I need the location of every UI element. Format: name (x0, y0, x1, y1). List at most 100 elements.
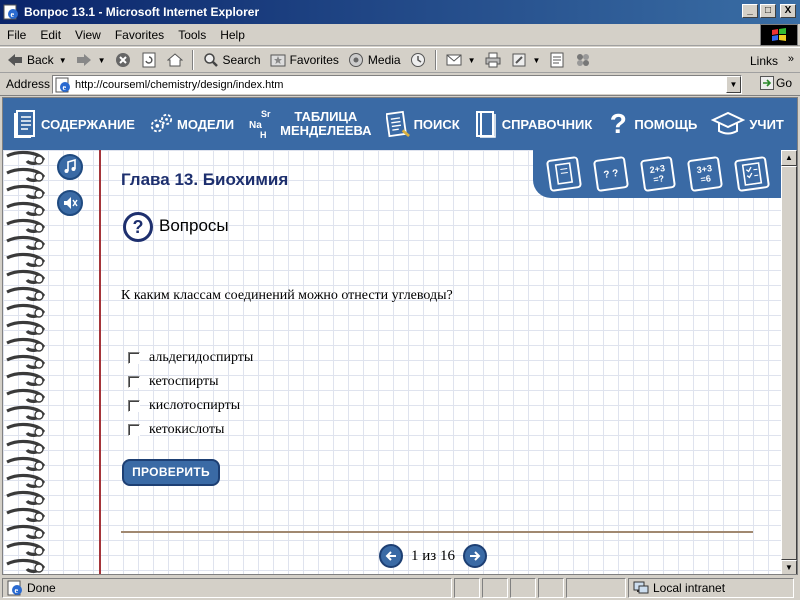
spiral-hole (34, 359, 44, 369)
nav-teacher[interactable]: УЧИТ (711, 110, 784, 138)
nav-periodic-table-line2: МЕНДЕЛЕЕВА (280, 123, 372, 138)
scroll-thumb[interactable] (781, 166, 797, 560)
menu-tools[interactable]: Tools (171, 28, 213, 42)
links-button[interactable]: Links (750, 54, 778, 68)
menu-edit[interactable]: Edit (33, 28, 68, 42)
document-search-icon (385, 110, 410, 138)
book-icon (13, 110, 37, 138)
nav-search[interactable]: ПОИСК (385, 110, 460, 138)
answer-tool-button[interactable]: 3+3 =6 (686, 155, 723, 193)
menu-file[interactable]: File (0, 28, 33, 42)
address-input[interactable]: e http://courseml/chemistry/design/index… (52, 75, 742, 94)
svg-text:e: e (15, 586, 19, 595)
nav-help[interactable]: ? ПОМОЩЬ (606, 108, 698, 139)
stop-button[interactable] (114, 51, 132, 69)
address-dropdown-button[interactable]: ▼ (726, 76, 741, 93)
nav-reference[interactable]: СПРАВОЧНИК (474, 110, 592, 138)
scroll-up-button[interactable]: ▲ (781, 150, 797, 166)
reference-book-icon (474, 110, 498, 138)
browser-viewport: СОДЕРЖАНИЕ МОДЕЛИ Sr Na H ТАБЛИЦА МЕНДЕЛЕЕ… (2, 97, 798, 575)
checklist-tool-button[interactable] (733, 155, 770, 193)
media-button[interactable]: Media (347, 51, 401, 69)
minimize-button[interactable]: _ (742, 4, 758, 18)
spiral-hole (34, 563, 44, 573)
prev-page-button[interactable] (379, 544, 403, 568)
edit-icon (510, 51, 528, 69)
maximize-button[interactable]: □ (760, 4, 776, 18)
status-empty-cell (566, 578, 626, 598)
back-arrow-icon (6, 51, 24, 69)
answer-checkbox[interactable] (128, 400, 140, 412)
spiral-hole (34, 376, 44, 386)
answer-option[interactable]: кетокислоты (128, 418, 253, 442)
vertical-scrollbar[interactable]: ▲ ▼ (781, 150, 797, 574)
graduation-cap-icon (711, 110, 746, 138)
messenger-button[interactable] (574, 51, 592, 69)
print-button[interactable] (484, 51, 502, 69)
question-text: К каким классам соединений можно отнести… (121, 288, 453, 303)
back-button[interactable]: Back ▼ (6, 51, 67, 69)
media-icon (347, 51, 365, 69)
spiral-hole (34, 444, 44, 454)
discuss-button[interactable] (548, 51, 566, 69)
home-icon (166, 51, 184, 69)
search-icon (202, 51, 220, 69)
answer-option[interactable]: альдегидоспирты (128, 346, 253, 370)
home-button[interactable] (166, 51, 184, 69)
spiral-hole (34, 257, 44, 267)
music-button[interactable] (57, 154, 83, 180)
favorites-icon (269, 51, 287, 69)
go-arrow-icon (759, 76, 774, 90)
menu-view[interactable]: View (68, 28, 108, 42)
address-bar: Address e http://courseml/chemistry/desi… (0, 73, 800, 96)
nav-models[interactable]: МОДЕЛИ (149, 110, 234, 138)
answer-checkbox[interactable] (128, 424, 140, 436)
address-label: Address (6, 77, 51, 91)
calculator-tool-button[interactable]: 2+3 =? (639, 155, 677, 193)
nav-periodic-table-label: ТАБЛИЦА МЕНДЕЛЕЕВА (280, 110, 371, 138)
spiral-hole (34, 325, 44, 335)
spiral-hole (34, 223, 44, 233)
standard-toolbar: Back ▼ ▼ Search Favorites Media ▼ ▼ Link… (0, 47, 800, 73)
favorites-button[interactable]: Favorites (269, 51, 339, 69)
book-icon (555, 162, 574, 185)
forward-button[interactable]: ▼ (75, 51, 106, 69)
next-page-button[interactable] (462, 544, 487, 568)
answer-option[interactable]: кислотоспирты (128, 394, 253, 418)
status-text-cell: e Done (2, 578, 452, 598)
menu-help[interactable]: Help (213, 28, 252, 42)
sound-toggle-button[interactable] (57, 190, 83, 216)
edit-button[interactable]: ▼ (510, 51, 540, 69)
answer-checkbox[interactable] (128, 376, 140, 388)
spiral-hole (34, 308, 44, 318)
chevron-down-icon: ▼ (467, 55, 476, 65)
refresh-button[interactable] (140, 51, 158, 69)
history-button[interactable] (409, 51, 427, 69)
nav-contents[interactable]: СОДЕРЖАНИЕ (13, 110, 135, 138)
svg-text:Sr: Sr (261, 109, 271, 119)
mail-icon (445, 51, 463, 69)
answer-checkbox[interactable] (128, 352, 140, 364)
chevron-down-icon: ▼ (97, 55, 106, 65)
forward-arrow-icon (75, 51, 93, 69)
status-zone-cell: Local intranet (628, 578, 794, 598)
question-circle-icon: ? (123, 212, 153, 242)
spiral-hole (34, 495, 44, 505)
scroll-down-button[interactable]: ▼ (781, 560, 797, 574)
check-answer-button[interactable]: ПРОВЕРИТЬ (122, 459, 220, 486)
status-zone-label: Local intranet (653, 581, 726, 595)
search-button[interactable]: Search (202, 51, 261, 69)
menu-favorites[interactable]: Favorites (108, 28, 171, 42)
spiral-binding (6, 150, 46, 573)
svg-text:e: e (11, 10, 15, 19)
checklist-icon (741, 162, 762, 186)
textbook-tool-button[interactable] (546, 155, 583, 193)
answer-option[interactable]: кетоспирты (128, 370, 253, 394)
chapter-title: Глава 13. Биохимия (121, 170, 289, 189)
close-button[interactable]: X (780, 4, 796, 18)
nav-periodic-table[interactable]: Sr Na H ТАБЛИЦА МЕНДЕЛЕЕВА (248, 109, 371, 140)
mail-button[interactable]: ▼ (445, 51, 476, 69)
go-button[interactable]: Go (759, 76, 792, 90)
quiz-tool-button[interactable]: ? ? (593, 155, 630, 193)
chevron-right-icon[interactable]: » (788, 53, 794, 65)
